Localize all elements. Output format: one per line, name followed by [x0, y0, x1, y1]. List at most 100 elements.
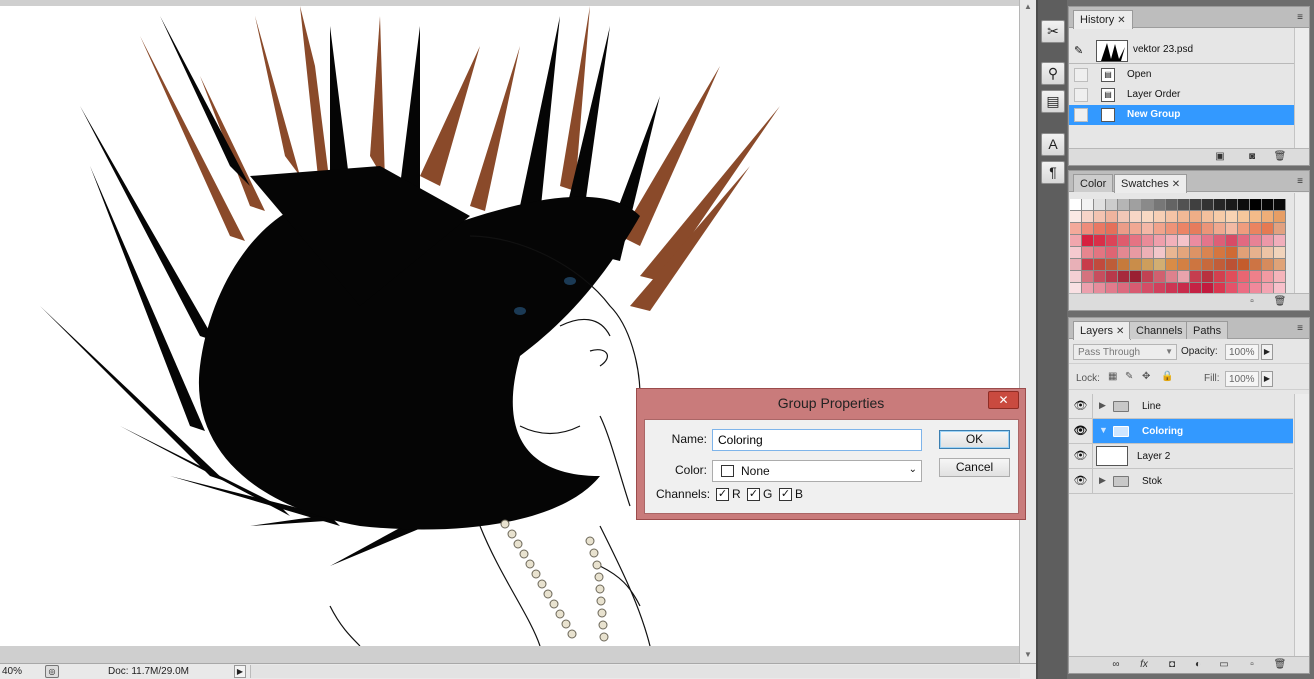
tools-icon[interactable]: ✂ [1041, 20, 1065, 43]
swatch[interactable] [1094, 211, 1106, 223]
swatch[interactable] [1262, 211, 1274, 223]
tab-layers[interactable]: Layers ✕ [1073, 321, 1132, 340]
swatch[interactable] [1202, 223, 1214, 235]
fill-slider-arrow-icon[interactable]: ▶ [1261, 371, 1273, 387]
swatch[interactable] [1142, 211, 1154, 223]
expand-triangle-icon[interactable]: ▶ [1099, 400, 1106, 411]
swatch[interactable] [1202, 199, 1214, 211]
swatch[interactable] [1178, 235, 1190, 247]
lock-image-icon[interactable]: ✎ [1125, 371, 1133, 382]
swatch[interactable] [1142, 235, 1154, 247]
close-tab-icon[interactable]: ✕ [1172, 179, 1180, 190]
swatch[interactable] [1094, 271, 1106, 283]
swatch[interactable] [1082, 247, 1094, 259]
swatch[interactable] [1130, 235, 1142, 247]
swatch[interactable] [1118, 247, 1130, 259]
swatch[interactable] [1142, 199, 1154, 211]
swatch[interactable] [1214, 235, 1226, 247]
swatch[interactable] [1154, 199, 1166, 211]
swatch[interactable] [1178, 259, 1190, 271]
canvas[interactable] [0, 6, 1019, 646]
swatch[interactable] [1250, 271, 1262, 283]
swatch[interactable] [1226, 223, 1238, 235]
swatch[interactable] [1106, 223, 1118, 235]
close-icon[interactable]: ✕ [988, 391, 1019, 409]
swatch[interactable] [1190, 259, 1202, 271]
swatch[interactable] [1094, 199, 1106, 211]
swatch[interactable] [1094, 223, 1106, 235]
swatch[interactable] [1082, 271, 1094, 283]
swatch[interactable] [1142, 223, 1154, 235]
swatch[interactable] [1238, 223, 1250, 235]
swatch[interactable] [1118, 235, 1130, 247]
history-source-box[interactable] [1074, 68, 1088, 82]
swatch[interactable] [1250, 199, 1262, 211]
swatch[interactable] [1202, 235, 1214, 247]
swatch[interactable] [1094, 247, 1106, 259]
swatch[interactable] [1178, 211, 1190, 223]
swatch[interactable] [1154, 223, 1166, 235]
brush-presets-icon[interactable]: ▤ [1041, 90, 1065, 113]
swatch[interactable] [1094, 235, 1106, 247]
swatch[interactable] [1166, 199, 1178, 211]
panel-menu-icon[interactable]: ≡ [1297, 176, 1303, 187]
swatch[interactable] [1154, 211, 1166, 223]
swatch[interactable] [1214, 211, 1226, 223]
channel-b-checkbox[interactable]: ✓ [779, 488, 792, 501]
swatch[interactable] [1118, 223, 1130, 235]
swatch[interactable] [1250, 211, 1262, 223]
tab-history[interactable]: History ✕ [1073, 10, 1133, 29]
swatch[interactable] [1130, 211, 1142, 223]
swatch[interactable] [1190, 223, 1202, 235]
swatch[interactable] [1214, 199, 1226, 211]
new-group-icon[interactable]: ▭ [1217, 659, 1231, 671]
swatch[interactable] [1178, 199, 1190, 211]
swatch[interactable] [1118, 199, 1130, 211]
swatch[interactable] [1190, 271, 1202, 283]
history-item[interactable]: ▤ Open [1069, 65, 1295, 85]
swatch[interactable] [1118, 211, 1130, 223]
swatch[interactable] [1250, 223, 1262, 235]
swatch[interactable] [1202, 211, 1214, 223]
swatch[interactable] [1106, 259, 1118, 271]
swatch[interactable] [1130, 199, 1142, 211]
swatch[interactable] [1178, 271, 1190, 283]
swatch[interactable] [1070, 235, 1082, 247]
swatch[interactable] [1082, 223, 1094, 235]
swatch[interactable] [1274, 235, 1286, 247]
swatch[interactable] [1166, 271, 1178, 283]
history-item[interactable]: ▤ Layer Order [1069, 85, 1295, 105]
swatch[interactable] [1226, 259, 1238, 271]
swatch[interactable] [1070, 211, 1082, 223]
expand-triangle-icon[interactable]: ▼ [1099, 425, 1108, 435]
swatch[interactable] [1262, 259, 1274, 271]
canvas-vertical-scrollbar[interactable]: ▲ ▼ [1019, 0, 1036, 663]
status-menu-arrow-icon[interactable]: ▶ [234, 665, 246, 678]
swatch[interactable] [1130, 259, 1142, 271]
visibility-eye-icon[interactable]: 👁 [1069, 469, 1093, 493]
swatch[interactable] [1202, 247, 1214, 259]
swatch[interactable] [1238, 247, 1250, 259]
tab-paths[interactable]: Paths [1186, 321, 1229, 339]
swatch[interactable] [1250, 235, 1262, 247]
link-layers-icon[interactable]: ∞ [1109, 659, 1123, 671]
swatch[interactable] [1202, 271, 1214, 283]
visibility-eye-icon[interactable]: 👁 [1069, 444, 1093, 468]
swatch[interactable] [1238, 259, 1250, 271]
swatch[interactable] [1142, 259, 1154, 271]
swatch[interactable] [1262, 223, 1274, 235]
swatch[interactable] [1238, 271, 1250, 283]
ok-button[interactable]: OK [939, 430, 1010, 449]
cancel-button[interactable]: Cancel [939, 458, 1010, 477]
swatch[interactable] [1154, 259, 1166, 271]
swatch[interactable] [1226, 271, 1238, 283]
visibility-eye-icon[interactable]: 👁 [1069, 394, 1093, 418]
swatch[interactable] [1070, 247, 1082, 259]
expand-triangle-icon[interactable]: ▶ [1099, 475, 1106, 486]
character-icon[interactable]: A [1041, 133, 1065, 156]
swatch[interactable] [1274, 259, 1286, 271]
swatch[interactable] [1274, 247, 1286, 259]
swatch[interactable] [1274, 223, 1286, 235]
history-item-selected[interactable]: ▤ New Group [1069, 105, 1295, 125]
swatch[interactable] [1142, 247, 1154, 259]
